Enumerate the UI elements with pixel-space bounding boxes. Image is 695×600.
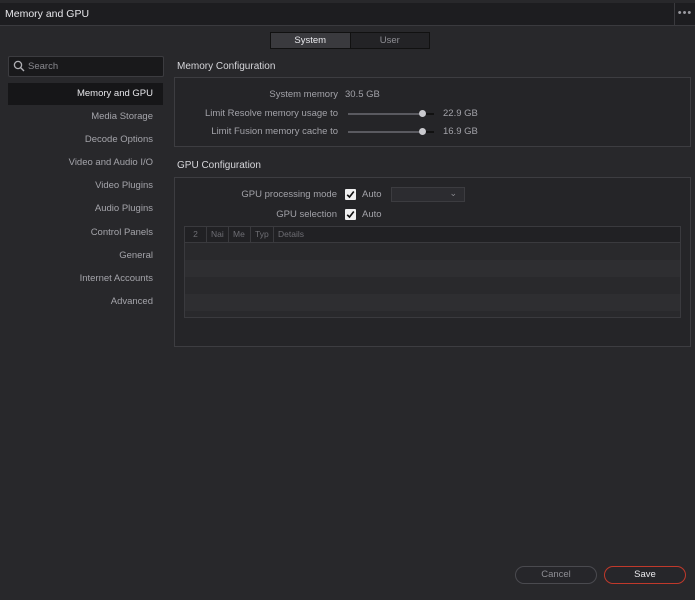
resolve-memory-slider-fill bbox=[348, 113, 422, 115]
sidebar-item-general[interactable]: General bbox=[8, 245, 163, 267]
table-row bbox=[185, 243, 680, 260]
fusion-cache-slider[interactable] bbox=[348, 128, 434, 135]
resolve-memory-limit-value: 22.9 GB bbox=[443, 108, 478, 119]
search-input[interactable]: Search bbox=[8, 56, 164, 77]
table-row bbox=[185, 260, 680, 277]
search-placeholder: Search bbox=[28, 61, 59, 72]
gpu-table-header-index[interactable]: 2 bbox=[185, 227, 207, 242]
gpu-table-header-memory[interactable]: Me bbox=[229, 227, 251, 242]
sidebar-item-video-plugins[interactable]: Video Plugins bbox=[8, 175, 163, 197]
sidebar-item-media-storage[interactable]: Media Storage bbox=[8, 106, 163, 128]
sidebar-item-video-and-audio-io[interactable]: Video and Audio I/O bbox=[8, 152, 163, 174]
preferences-window: Memory and GPU ••• System User Search Me… bbox=[0, 0, 695, 600]
gpu-table-header-type[interactable]: Typ bbox=[251, 227, 274, 242]
gpu-processing-mode-auto-label: Auto bbox=[362, 189, 382, 200]
resolve-memory-limit-label: Limit Resolve memory usage to bbox=[204, 108, 338, 119]
gpu-selection-auto-label: Auto bbox=[362, 209, 382, 220]
gpu-selection-label: GPU selection bbox=[276, 209, 337, 220]
title-bar: Memory and GPU ••• bbox=[0, 3, 695, 26]
gpu-table: 2 Nai Me Typ Details bbox=[184, 226, 681, 318]
more-options-icon[interactable]: ••• bbox=[674, 3, 695, 25]
window-title: Memory and GPU bbox=[5, 8, 90, 20]
resolve-memory-slider[interactable] bbox=[348, 110, 434, 117]
checkmark-icon bbox=[346, 211, 355, 219]
tab-user[interactable]: User bbox=[349, 33, 429, 48]
fusion-cache-slider-handle[interactable] bbox=[418, 128, 426, 135]
sidebar-item-audio-plugins[interactable]: Audio Plugins bbox=[8, 198, 163, 220]
sidebar-item-internet-accounts[interactable]: Internet Accounts bbox=[8, 268, 163, 290]
gpu-table-header: 2 Nai Me Typ Details bbox=[185, 227, 680, 243]
search-icon bbox=[13, 60, 25, 72]
table-row bbox=[185, 277, 680, 294]
chevron-down-icon: ⌄ bbox=[449, 188, 457, 198]
gpu-selection-auto-checkbox[interactable] bbox=[345, 209, 356, 220]
fusion-cache-slider-fill bbox=[348, 131, 422, 133]
gpu-processing-mode-label: GPU processing mode bbox=[241, 189, 337, 200]
tab-system[interactable]: System bbox=[271, 33, 350, 48]
sidebar-item-control-panels[interactable]: Control Panels bbox=[8, 222, 163, 244]
sidebar-item-decode-options[interactable]: Decode Options bbox=[8, 129, 163, 151]
cancel-button[interactable]: Cancel bbox=[515, 566, 597, 584]
memory-panel: System memory 30.5 GB Limit Resolve memo… bbox=[174, 77, 691, 147]
sidebar-item-memory-and-gpu[interactable]: Memory and GPU bbox=[8, 83, 163, 105]
gpu-processing-mode-select[interactable]: ⌄ bbox=[391, 187, 465, 202]
system-memory-value: 30.5 GB bbox=[345, 89, 380, 100]
table-row bbox=[185, 294, 680, 311]
resolve-memory-slider-handle[interactable] bbox=[418, 110, 426, 117]
gpu-table-header-details[interactable]: Details bbox=[274, 227, 680, 242]
gpu-section-title: GPU Configuration bbox=[177, 160, 261, 171]
fusion-cache-limit-label: Limit Fusion memory cache to bbox=[211, 126, 338, 137]
gpu-processing-mode-auto-checkbox[interactable] bbox=[345, 189, 356, 200]
preferences-tabs: System User bbox=[270, 32, 430, 49]
memory-section-title: Memory Configuration bbox=[177, 61, 276, 72]
system-memory-label: System memory bbox=[269, 89, 338, 100]
fusion-cache-limit-value: 16.9 GB bbox=[443, 126, 478, 137]
checkmark-icon bbox=[346, 191, 355, 199]
sidebar-item-advanced[interactable]: Advanced bbox=[8, 291, 163, 313]
gpu-table-header-name[interactable]: Nai bbox=[207, 227, 229, 242]
save-button[interactable]: Save bbox=[604, 566, 686, 584]
